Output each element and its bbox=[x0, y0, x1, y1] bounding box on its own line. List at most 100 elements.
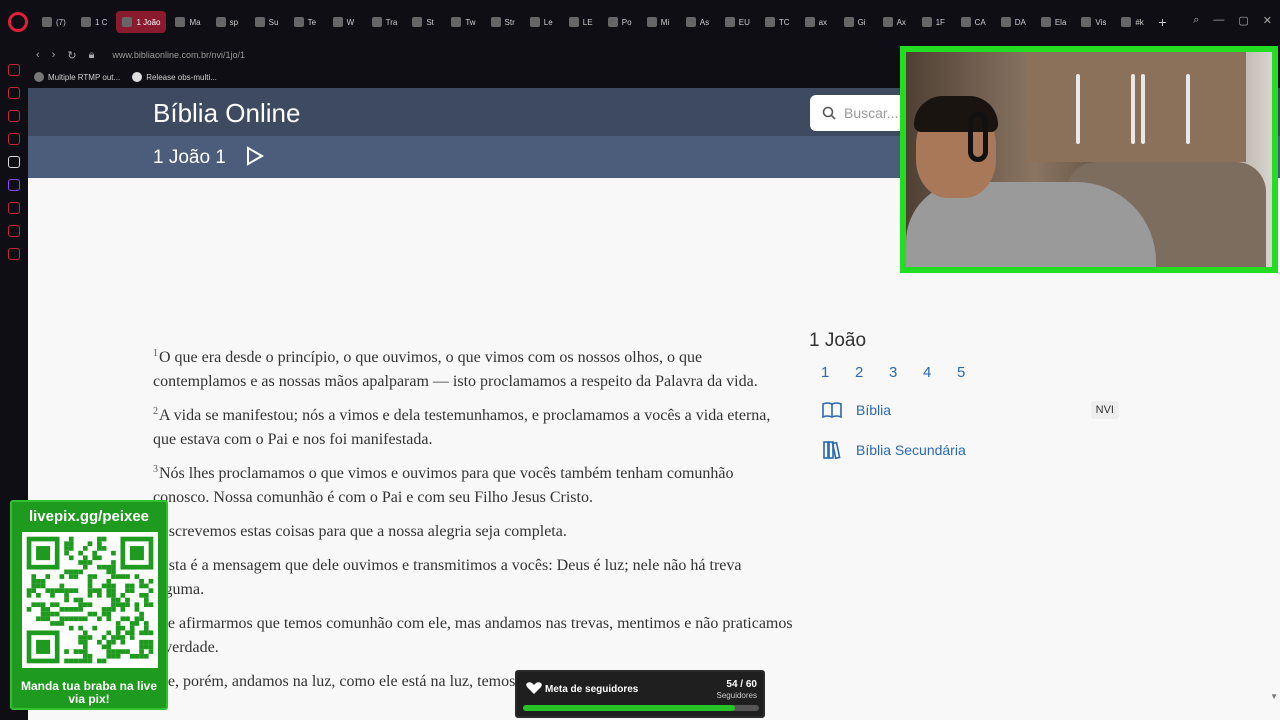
tab-favicon-icon bbox=[81, 17, 91, 27]
verse-number[interactable]: 2 bbox=[153, 406, 158, 417]
book-open-icon bbox=[822, 402, 842, 419]
opera-logo-icon[interactable] bbox=[8, 12, 28, 32]
clock-icon[interactable] bbox=[8, 202, 20, 214]
browser-tab[interactable]: DA bbox=[995, 11, 1032, 33]
browser-tab[interactable]: Le bbox=[524, 11, 560, 33]
bag-icon[interactable] bbox=[8, 87, 20, 99]
browser-tab[interactable]: sp bbox=[210, 11, 246, 33]
browser-tab[interactable]: 1 João bbox=[116, 11, 167, 33]
window-controls: ⌕ — ▢ ✕ bbox=[1193, 14, 1272, 27]
browser-tab[interactable]: Su bbox=[249, 11, 285, 33]
browser-tab[interactable]: TC bbox=[759, 11, 796, 33]
browser-tab[interactable]: Tra bbox=[366, 11, 404, 33]
verse-number[interactable]: 1 bbox=[153, 348, 158, 359]
twitch-icon[interactable] bbox=[8, 179, 20, 191]
browser-tab[interactable]: St bbox=[406, 11, 442, 33]
history-icon[interactable] bbox=[8, 110, 20, 122]
tab-label: St bbox=[426, 17, 434, 27]
tab-favicon-icon bbox=[451, 17, 462, 27]
ai-icon[interactable] bbox=[8, 156, 20, 168]
browser-tab[interactable]: ax bbox=[799, 11, 835, 33]
new-tab-icon[interactable]: + bbox=[1158, 14, 1166, 30]
secondary-bible-link[interactable]: Bíblia Secundária bbox=[809, 439, 1139, 461]
tab-favicon-icon bbox=[804, 17, 815, 27]
browser-tab[interactable]: CA bbox=[955, 11, 992, 33]
heart-hand-icon bbox=[526, 682, 542, 694]
browser-tab[interactable]: W bbox=[327, 11, 363, 33]
tab-label: (7) bbox=[56, 17, 66, 27]
tab-favicon-icon bbox=[371, 17, 382, 27]
tab-label: DA bbox=[1014, 17, 1026, 27]
messenger-icon[interactable] bbox=[8, 64, 20, 76]
tab-favicon-icon bbox=[607, 17, 618, 27]
maximize-icon[interactable]: ▢ bbox=[1238, 14, 1248, 27]
play-audio-icon[interactable] bbox=[246, 146, 264, 166]
search-tabs-icon[interactable]: ⌕ bbox=[1193, 14, 1199, 27]
chapter-link[interactable]: 1 bbox=[809, 364, 843, 381]
browser-tab[interactable]: Gi bbox=[838, 11, 874, 33]
goal-sub: Seguidores bbox=[716, 691, 757, 700]
browser-tab[interactable]: (7) bbox=[36, 11, 72, 33]
close-icon[interactable]: ✕ bbox=[1263, 14, 1272, 27]
verse-list: 1O que era desde o princípio, o que ouvi… bbox=[153, 346, 793, 704]
tab-favicon-icon bbox=[122, 17, 133, 27]
verse: 1O que era desde o princípio, o que ouvi… bbox=[153, 346, 793, 394]
reload-icon[interactable]: ↻ bbox=[67, 49, 76, 62]
webcam-overlay bbox=[900, 46, 1278, 273]
browser-tab[interactable]: Ma bbox=[169, 11, 206, 33]
chapter-title: 1 João 1 bbox=[153, 147, 226, 168]
browser-tab[interactable]: EU bbox=[719, 11, 756, 33]
browser-tab[interactable]: Te bbox=[288, 11, 324, 33]
chapter-link[interactable]: 3 bbox=[877, 364, 911, 381]
chapter-link[interactable]: 2 bbox=[843, 364, 877, 381]
site-title[interactable]: Bíblia Online bbox=[153, 98, 300, 129]
lock-icon: 🔒︎ bbox=[88, 48, 95, 61]
tab-favicon-icon bbox=[1000, 17, 1011, 27]
whatsapp-icon[interactable] bbox=[8, 225, 20, 237]
tab-favicon-icon bbox=[685, 17, 696, 27]
headset-icon bbox=[968, 112, 988, 162]
browser-tab[interactable]: Vis bbox=[1075, 11, 1112, 33]
browser-tab[interactable]: #k bbox=[1115, 11, 1151, 33]
globe-icon bbox=[34, 72, 44, 82]
forward-icon[interactable]: › bbox=[52, 49, 56, 61]
settings-icon[interactable] bbox=[8, 248, 20, 260]
tab-label: #k bbox=[1135, 17, 1144, 27]
tab-label: Ma bbox=[189, 17, 201, 27]
browser-tabbar: (7) 1 C 1 João Ma sp Su Te W Tra St Tw Str Le LE Po Mi A… bbox=[0, 0, 1280, 44]
bookmark-item[interactable]: Release obs-multi... bbox=[132, 72, 217, 82]
tab-label: Tw bbox=[465, 17, 476, 27]
browser-tab[interactable]: As bbox=[680, 11, 716, 33]
follower-goal-overlay: Meta de seguidores 54 / 60 Seguidores bbox=[515, 670, 765, 718]
music-icon[interactable] bbox=[8, 133, 20, 145]
secondary-bible-label: Bíblia Secundária bbox=[856, 442, 966, 458]
url-field[interactable]: www.bibliaonline.com.br/nvi/1jo/1 bbox=[112, 50, 245, 60]
tab-label: TC bbox=[778, 17, 790, 27]
chapter-links: 12345 bbox=[809, 364, 1139, 381]
browser-tab[interactable]: Po bbox=[602, 11, 638, 33]
goal-count: 54 / 60 bbox=[726, 679, 757, 690]
browser-tab[interactable]: LE bbox=[563, 11, 599, 33]
version-badge[interactable]: NVI bbox=[1090, 401, 1119, 419]
github-icon bbox=[132, 72, 143, 82]
browser-tab[interactable]: Ela bbox=[1035, 11, 1073, 33]
tab-label: Te bbox=[307, 17, 317, 27]
bookmark-item[interactable]: Multiple RTMP out... bbox=[34, 72, 120, 82]
browser-tab[interactable]: Ax bbox=[877, 11, 913, 33]
browser-tab[interactable]: Str bbox=[485, 11, 521, 33]
browser-tab[interactable]: 1 C bbox=[75, 11, 113, 33]
minimize-icon[interactable]: — bbox=[1213, 14, 1224, 27]
bible-link[interactable]: Bíblia NVI bbox=[809, 399, 1139, 421]
pix-donation-overlay: livepix.gg/peixee Manda tua braba na liv… bbox=[10, 500, 168, 710]
scroll-down-arrow-icon[interactable]: ▼ bbox=[1270, 692, 1278, 701]
back-icon[interactable]: ‹ bbox=[36, 49, 40, 61]
browser-tab[interactable]: 1F bbox=[916, 11, 952, 33]
chapter-link[interactable]: 4 bbox=[911, 364, 945, 381]
tab-label: W bbox=[346, 17, 355, 27]
browser-tab[interactable]: Mi bbox=[641, 11, 677, 33]
chapter-link[interactable]: 5 bbox=[945, 364, 979, 381]
verse-number[interactable]: 3 bbox=[153, 464, 158, 475]
tab-favicon-icon bbox=[1040, 17, 1051, 27]
goal-progress-bar bbox=[523, 705, 759, 711]
browser-tab[interactable]: Tw bbox=[445, 11, 481, 33]
